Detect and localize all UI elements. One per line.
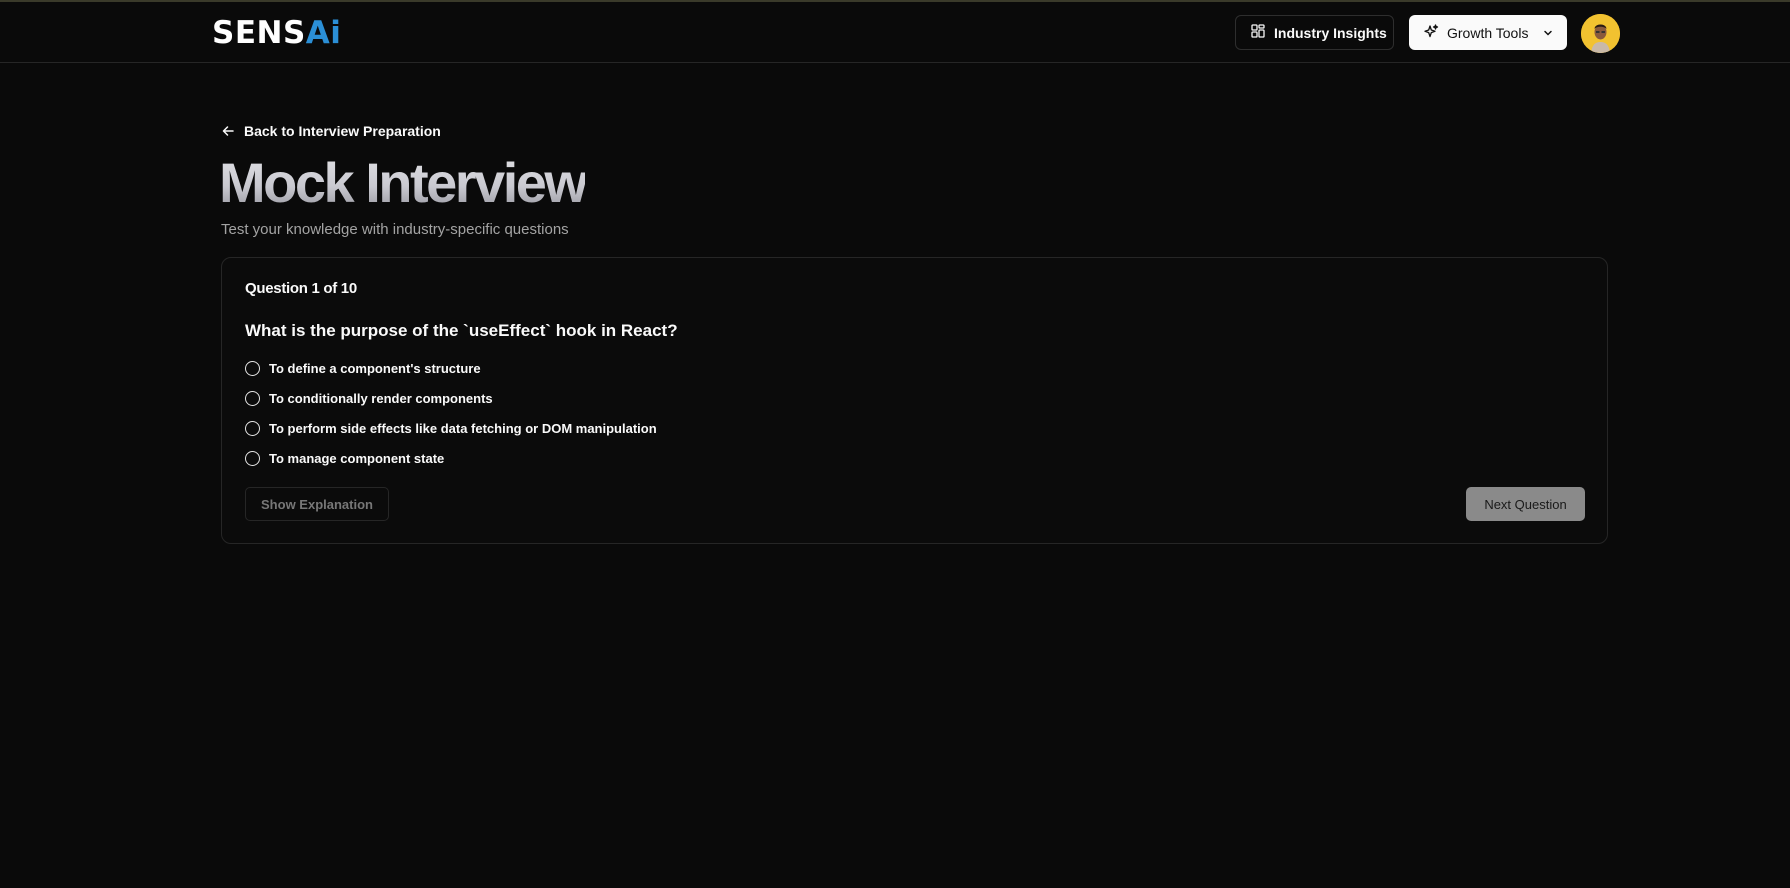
- dashboard-icon: [1251, 24, 1265, 41]
- answer-option[interactable]: To perform side effects like data fetchi…: [245, 418, 657, 438]
- option-label: To define a component's structure: [269, 360, 481, 376]
- back-link-label: Back to Interview Preparation: [244, 123, 441, 139]
- radio-button[interactable]: [245, 390, 260, 406]
- question-counter: Question 1 of 10: [245, 280, 357, 297]
- answer-option[interactable]: To conditionally render components: [245, 388, 657, 408]
- logo-text-main: SENS: [212, 15, 306, 51]
- radio-button[interactable]: [245, 360, 260, 376]
- page-title: Mock Interview: [219, 151, 588, 214]
- industry-insights-button[interactable]: Industry Insights: [1235, 15, 1394, 50]
- option-label: To manage component state: [269, 450, 445, 466]
- growth-tools-dropdown[interactable]: Growth Tools: [1409, 15, 1567, 50]
- logo-text-accent: Ai: [305, 15, 342, 51]
- answer-option[interactable]: To manage component state: [245, 448, 657, 468]
- top-navbar: SENS Ai Industry Insights Growth Tools: [0, 2, 1790, 63]
- arrow-left-icon: [221, 124, 235, 138]
- industry-insights-label: Industry Insights: [1274, 24, 1387, 41]
- option-label: To perform side effects like data fetchi…: [269, 420, 657, 436]
- radio-button[interactable]: [245, 450, 260, 466]
- answer-option[interactable]: To define a component's structure: [245, 358, 657, 378]
- question-text: What is the purpose of the `useEffect` h…: [245, 321, 678, 340]
- chevron-down-icon: [1542, 27, 1554, 39]
- next-question-button[interactable]: Next Question: [1466, 487, 1585, 521]
- user-avatar[interactable]: [1581, 14, 1620, 53]
- page-subtitle: Test your knowledge with industry-specif…: [221, 221, 569, 238]
- growth-tools-label: Growth Tools: [1447, 24, 1529, 41]
- question-card: Question 1 of 10 What is the purpose of …: [221, 257, 1608, 544]
- sensai-logo[interactable]: SENS Ai: [212, 15, 341, 51]
- back-to-interview-prep-link[interactable]: Back to Interview Preparation: [221, 121, 441, 141]
- sparkles-icon: [1424, 23, 1439, 42]
- answer-options: To define a component's structure To con…: [245, 358, 657, 478]
- radio-button[interactable]: [245, 420, 260, 436]
- option-label: To conditionally render components: [269, 390, 493, 406]
- show-explanation-button[interactable]: Show Explanation: [245, 487, 389, 521]
